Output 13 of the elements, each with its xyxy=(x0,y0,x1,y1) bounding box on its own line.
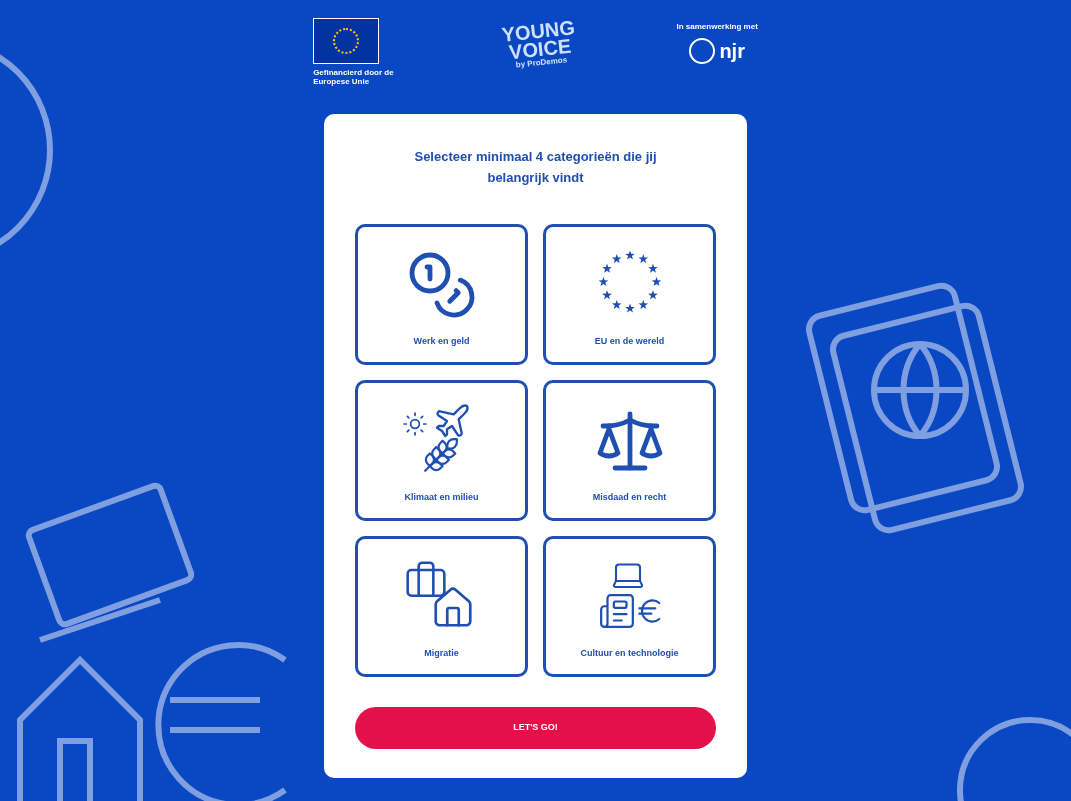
eu-caption: Gefinancierd door de Europese Unie xyxy=(313,68,395,86)
lets-go-button[interactable]: LET'S GO! xyxy=(355,707,716,749)
partner-name: njr xyxy=(719,39,745,64)
category-tile[interactable]: Werk en geld xyxy=(355,224,528,365)
category-tile[interactable]: Migratie xyxy=(355,536,528,677)
category-tile[interactable]: Cultuur en technologie xyxy=(543,536,716,677)
partner-emblem-icon xyxy=(689,38,716,64)
partner-caption: In samenwerking met xyxy=(676,22,758,32)
category-tile[interactable]: Klimaat en milieu xyxy=(355,380,528,521)
card-title: Selecteer minimaal 4 categorieën die jij belangrijk vindt xyxy=(413,148,658,187)
eu-flag-icon xyxy=(313,18,380,64)
category-tile[interactable]: Misdaad en recht xyxy=(543,380,716,521)
category-tile[interactable]: EU en de wereld xyxy=(543,224,716,365)
